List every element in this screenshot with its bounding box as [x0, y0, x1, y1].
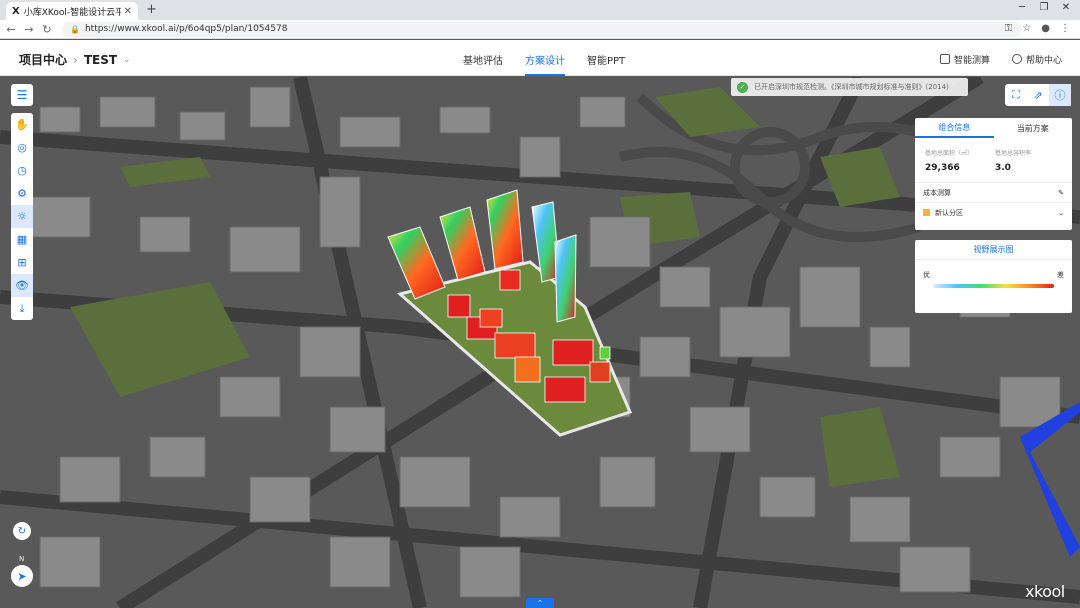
tab-title: 小库XKool-智能设计云平台 — [23, 7, 121, 18]
breadcrumb-project-name[interactable]: TEST — [84, 53, 117, 67]
lock-icon: 🔒 — [70, 24, 80, 34]
zone-color-swatch — [923, 208, 930, 216]
fullscreen-icon[interactable]: ⛶ — [1005, 84, 1027, 106]
expand-bottom-panel-button[interactable]: ⌃ — [526, 598, 554, 608]
maximize-icon[interactable]: ❐ — [1034, 2, 1054, 13]
far-label: 基地总容积率 — [995, 150, 1032, 157]
legend-bad-label: 差 — [1057, 271, 1064, 279]
address-bar: ← → ↻ 🔒 https://www.xkool.ai/p/6o4qp5/pl… — [0, 20, 1080, 39]
view-visibility-tool-icon[interactable]: 👁 — [11, 274, 33, 297]
new-tab-icon[interactable]: + — [146, 2, 157, 17]
menu-icon[interactable]: ⋮ — [1060, 23, 1070, 34]
site-area-label: 基地总面积（㎡） — [925, 150, 974, 157]
floor-plan-tool-icon[interactable]: ⊞ — [11, 251, 33, 274]
zone-row[interactable]: 新认分区 ⌄ — [915, 202, 1072, 222]
focus-tool-icon[interactable]: ◎ — [11, 136, 33, 159]
spec-check-notice: ✓ 已开启深圳市规范检测。《深圳市城市规划标准与准则》(2014) — [731, 78, 968, 96]
info-icon[interactable]: ⓘ — [1049, 84, 1071, 106]
download-tool-icon[interactable]: ⤓ — [11, 297, 33, 320]
chevron-right-icon: › — [73, 52, 78, 67]
back-icon[interactable]: ← — [2, 23, 20, 36]
left-toolbar: ✋ ◎ ◷ ⚙ ☼ ▦ ⊞ 👁 ⤓ — [11, 113, 33, 320]
clock-tool-icon[interactable]: ◷ — [11, 159, 33, 182]
visibility-title: 视野展示图 — [915, 240, 1072, 260]
breadcrumb: 项目中心 › TEST ⌄ — [19, 51, 131, 68]
help-center-button[interactable]: 帮助中心 — [1011, 53, 1062, 66]
help-icon — [1011, 54, 1022, 64]
list-menu-button[interactable]: ☰ — [11, 84, 33, 106]
north-label: N — [19, 555, 25, 563]
tab-smart-ppt[interactable]: 智能PPT — [587, 52, 625, 76]
notice-text: 已开启深圳市规范检测。《深圳市城市规划标准与准则》(2014) — [754, 83, 949, 91]
browser-tab[interactable]: X 小库XKool-智能设计云平台 ✕ — [6, 2, 138, 20]
window-close-icon[interactable]: ✕ — [1056, 2, 1076, 13]
chevron-down-icon[interactable]: ⌄ — [123, 55, 131, 65]
xkool-logo-icon: X — [12, 5, 20, 17]
url-text: https://www.xkool.ai/p/6o4qp5/plan/10545… — [84, 24, 288, 34]
tab-current-scheme[interactable]: 当前方案 — [994, 118, 1073, 138]
settings-tool-icon[interactable]: ⚙ — [11, 182, 33, 205]
reload-icon[interactable]: ↻ — [38, 23, 56, 36]
key-icon[interactable]: ⚿ — [1005, 23, 1013, 34]
visibility-gradient-bar — [933, 284, 1054, 288]
legend-good-label: 优 — [923, 271, 930, 279]
external-link-icon[interactable]: ⇗ — [1027, 84, 1049, 106]
site-area-value: 29,366 — [925, 163, 960, 173]
check-circle-icon: ✓ — [737, 81, 748, 93]
forward-icon[interactable]: → — [20, 23, 38, 36]
compass-icon[interactable]: ➤ — [11, 565, 33, 587]
main-tabs: 基地评估 方案设计 智能PPT — [463, 52, 625, 76]
calculator-icon — [939, 54, 950, 64]
breadcrumb-project-center[interactable]: 项目中心 — [19, 51, 67, 68]
view-controls: ⛶ ⇗ ⓘ — [1005, 84, 1071, 106]
far-value: 3.0 — [995, 163, 1011, 173]
tab-combination-info[interactable]: 组合信息 — [915, 118, 994, 138]
account-icon[interactable]: ● — [1041, 23, 1050, 34]
edit-icon[interactable]: ✎ — [1058, 189, 1064, 197]
star-icon[interactable]: ☆ — [1022, 23, 1031, 34]
browser-tab-bar: X 小库XKool-智能设计云平台 ✕ + ─ ❐ ✕ — [0, 0, 1080, 20]
smart-calc-button[interactable]: 智能测算 — [939, 53, 990, 66]
pan-tool-icon[interactable]: ✋ — [11, 113, 33, 136]
rotate-icon[interactable]: ↻ — [13, 522, 31, 540]
tab-scheme-design[interactable]: 方案设计 — [525, 52, 565, 76]
sun-analysis-tool-icon[interactable]: ☼ — [11, 205, 33, 228]
cost-estimate-row[interactable]: 成本测算 ✎ — [915, 182, 1072, 202]
url-input[interactable]: 🔒 https://www.xkool.ai/p/6o4qp5/plan/105… — [62, 21, 1022, 37]
visibility-panel: 视野展示图 优 差 — [915, 240, 1072, 313]
chevron-down-icon[interactable]: ⌄ — [1058, 209, 1064, 217]
xkool-watermark: xkool — [1025, 582, 1065, 601]
close-tab-icon[interactable]: ✕ — [124, 6, 132, 17]
info-panel: 组合信息 当前方案 基地总面积（㎡） 29,366 基地总容积率 3.0 成本测… — [915, 118, 1072, 230]
minimize-icon[interactable]: ─ — [1012, 2, 1032, 13]
tab-site-evaluation[interactable]: 基地评估 — [463, 52, 503, 76]
grid-tool-icon[interactable]: ▦ — [11, 228, 33, 251]
app-header: 项目中心 › TEST ⌄ 基地评估 方案设计 智能PPT 智能测算 帮助中心 — [0, 40, 1080, 76]
